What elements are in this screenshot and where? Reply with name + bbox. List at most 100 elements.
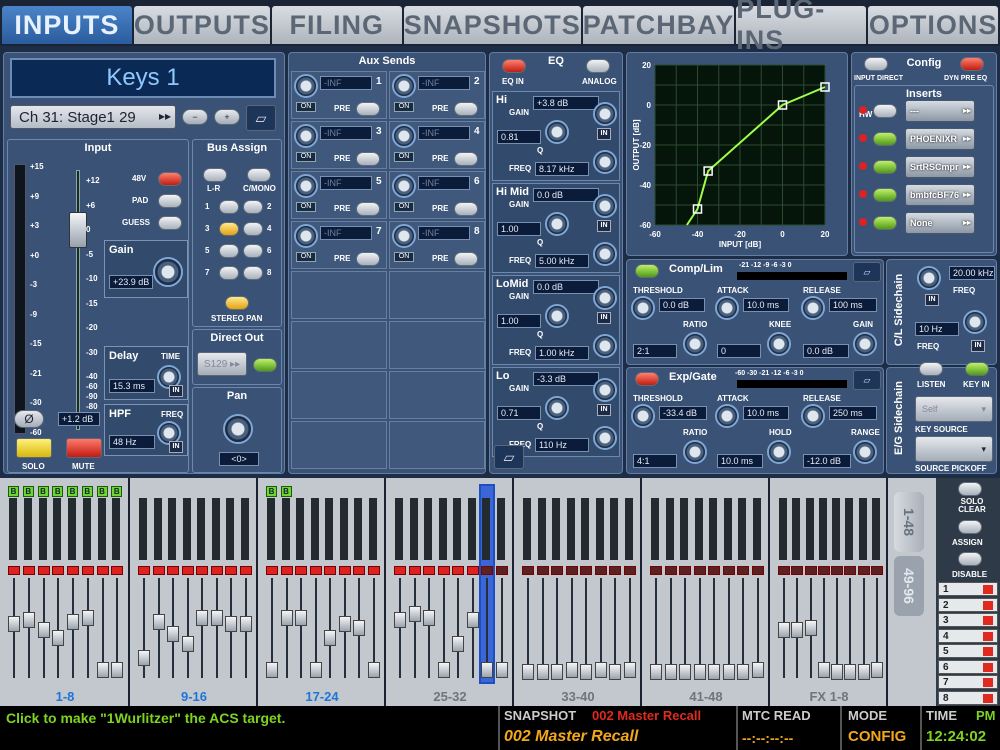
channel-strip[interactable] — [367, 486, 380, 682]
comp-attack-knob[interactable] — [715, 296, 739, 320]
input-direct-toggle[interactable] — [864, 57, 888, 71]
channel-strip[interactable]: B — [67, 486, 79, 682]
insert-5-toggle[interactable] — [873, 216, 897, 230]
channel-mute-indicator[interactable] — [522, 566, 534, 575]
eq-freq-value[interactable]: 5.00 kHz — [535, 254, 589, 268]
channel-mute-indicator[interactable] — [495, 566, 508, 575]
gate-ratio-value[interactable]: 4:1 — [633, 454, 677, 468]
channel-fader[interactable] — [679, 664, 691, 680]
eq-gain-knob[interactable] — [593, 102, 617, 126]
aux-send-1-on-button[interactable]: ON — [296, 102, 316, 112]
channel-strip[interactable] — [536, 486, 549, 682]
eq-q-knob[interactable] — [545, 212, 569, 236]
channel-fader[interactable] — [522, 664, 534, 680]
channel-fader[interactable] — [594, 662, 607, 678]
eq-q-knob[interactable] — [545, 304, 569, 328]
channel-fader[interactable] — [408, 606, 421, 622]
channel-mute-indicator[interactable] — [481, 566, 493, 575]
channel-fader[interactable] — [804, 620, 817, 636]
bank-label[interactable]: 25-32 — [388, 689, 512, 704]
comp-folder-icon[interactable]: ▱ — [853, 262, 881, 282]
bus-1-toggle[interactable] — [219, 200, 239, 214]
insert-1-slot[interactable]: --- ▸▸ — [905, 100, 975, 122]
source-pickoff-select[interactable]: ▾ — [915, 436, 993, 462]
channel-strip[interactable] — [324, 486, 336, 682]
eq-freq-knob[interactable] — [593, 426, 617, 450]
channel-fader[interactable] — [857, 664, 870, 680]
insert-3-toggle[interactable] — [873, 160, 897, 174]
comp-threshold-knob[interactable] — [631, 296, 655, 320]
channel-fader[interactable] — [831, 664, 843, 680]
channel-mute-indicator[interactable] — [857, 566, 870, 575]
aux-send-3-on-button[interactable]: ON — [296, 152, 316, 162]
aux-send-3-knob[interactable] — [294, 124, 318, 148]
input-fader-knob[interactable] — [69, 212, 87, 248]
aux-send-3-pre-toggle[interactable] — [356, 152, 380, 166]
channel-fader[interactable] — [481, 662, 493, 678]
channel-fader[interactable] — [650, 664, 662, 680]
channel-fader[interactable] — [111, 662, 124, 678]
eq-q-value[interactable]: 0.71 — [497, 406, 541, 420]
eq-folder-icon[interactable]: ▱ — [494, 445, 524, 469]
direct-out-select[interactable]: S129 ▸▸ — [197, 352, 247, 376]
channel-mute-indicator[interactable] — [594, 566, 607, 575]
side-row-2[interactable]: 2 — [938, 597, 998, 612]
channel-fader[interactable] — [536, 664, 549, 680]
bank-tab-49-96[interactable]: 49-96 — [894, 556, 924, 616]
comp-knee-knob[interactable] — [767, 332, 791, 356]
channel-mute-indicator[interactable] — [664, 566, 677, 575]
aux-send-2-pre-toggle[interactable] — [454, 102, 478, 116]
channel-mute-indicator[interactable] — [751, 566, 764, 575]
aux-send-5-knob[interactable] — [294, 174, 318, 198]
channel-strip[interactable] — [580, 486, 592, 682]
channel-fader[interactable] — [338, 616, 351, 632]
channel-mute-indicator[interactable] — [324, 566, 336, 575]
channel-fader[interactable] — [565, 662, 578, 678]
channel-fader[interactable] — [664, 664, 677, 680]
bank-label[interactable]: 9-16 — [132, 689, 256, 704]
channel-fader[interactable] — [870, 662, 883, 678]
bank-tab-1-48[interactable]: 1-48 — [894, 492, 924, 552]
channel-mute-indicator[interactable] — [452, 566, 464, 575]
comp-knee-value[interactable]: 0 — [717, 344, 761, 358]
channel-strip[interactable] — [791, 486, 804, 682]
channel-mute-indicator[interactable] — [437, 566, 450, 575]
channel-fader[interactable] — [708, 664, 720, 680]
channel-strip[interactable] — [423, 486, 435, 682]
aux-send-7-pre-toggle[interactable] — [356, 252, 380, 266]
eq-gain-knob[interactable] — [593, 194, 617, 218]
dyn-pre-eq-toggle[interactable] — [960, 57, 984, 71]
analog-toggle[interactable] — [586, 59, 610, 73]
channel-mute-indicator[interactable] — [22, 566, 35, 575]
bus-6-toggle[interactable] — [243, 244, 263, 258]
gain-knob[interactable] — [153, 257, 183, 287]
side-row-4[interactable]: 4 — [938, 628, 998, 643]
channel-strip[interactable] — [138, 486, 150, 682]
insert-2-toggle[interactable] — [873, 132, 897, 146]
channel-strip[interactable]: B — [111, 486, 124, 682]
channel-strip[interactable] — [167, 486, 179, 682]
direct-out-toggle[interactable] — [253, 358, 277, 372]
channel-mute-indicator[interactable] — [722, 566, 735, 575]
eq-freq-knob[interactable] — [593, 150, 617, 174]
gate-folder-icon[interactable]: ▱ — [853, 370, 881, 390]
side-row-1[interactable]: 1 — [938, 582, 998, 596]
comp-attack-value[interactable]: 10.0 ms — [743, 298, 789, 312]
eq-freq-value[interactable]: 1.00 kHz — [535, 346, 589, 360]
tab-patchbay[interactable]: PATCHBAY — [582, 6, 735, 44]
bus-7-toggle[interactable] — [219, 266, 239, 280]
channel-strip[interactable] — [196, 486, 208, 682]
channel-mute-indicator[interactable] — [225, 566, 237, 575]
aux-send-2-value[interactable]: -INF — [418, 76, 470, 90]
channel-mute-indicator[interactable] — [338, 566, 351, 575]
solo-clear-button[interactable] — [958, 482, 982, 496]
channel-strip[interactable] — [693, 486, 706, 682]
channel-mute-indicator[interactable] — [804, 566, 817, 575]
channel-strip[interactable]: B — [22, 486, 35, 682]
channel-strip[interactable] — [650, 486, 662, 682]
channel-strip[interactable] — [857, 486, 870, 682]
insert-4-toggle[interactable] — [873, 188, 897, 202]
bus-2-toggle[interactable] — [243, 200, 263, 214]
aux-send-5-pre-toggle[interactable] — [356, 202, 380, 216]
side-row-7[interactable]: 7 — [938, 675, 998, 689]
